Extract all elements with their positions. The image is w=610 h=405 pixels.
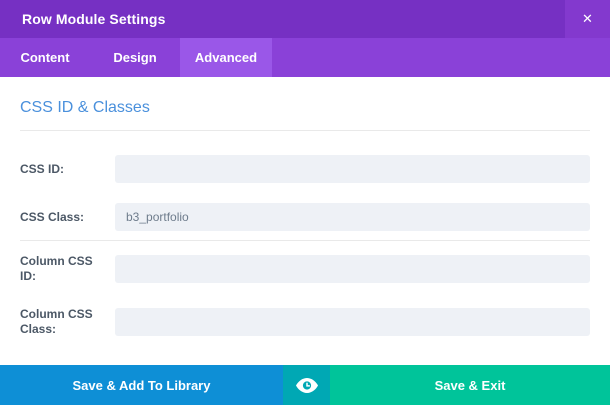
column-css-class-input[interactable] (115, 308, 590, 336)
close-button[interactable]: ✕ (565, 0, 610, 38)
preview-button[interactable] (283, 365, 330, 405)
css-class-input[interactable] (115, 203, 590, 231)
field-row-css-class: CSS Class: (20, 203, 590, 231)
settings-body: CSS ID & Classes CSS ID: CSS Class: Colu… (0, 99, 610, 337)
tab-design[interactable]: Design (90, 38, 180, 77)
field-row-css-id: CSS ID: (20, 155, 590, 183)
column-css-class-label: Column CSS Class: (20, 307, 115, 337)
css-id-label: CSS ID: (20, 162, 115, 177)
section-divider (20, 130, 590, 131)
settings-tabbar: Content Design Advanced (0, 38, 610, 77)
section-heading: CSS ID & Classes (20, 99, 590, 117)
row-module-settings-modal: Row Module Settings ✕ Content Design Adv… (0, 0, 610, 405)
tab-content[interactable]: Content (0, 38, 90, 77)
save-and-exit-button[interactable]: Save & Exit (330, 365, 610, 405)
column-css-id-label: Column CSS ID: (20, 254, 115, 284)
field-row-column-css-class: Column CSS Class: (20, 307, 590, 337)
eye-icon (295, 377, 319, 394)
css-id-input[interactable] (115, 155, 590, 183)
field-row-column-css-id: Column CSS ID: (20, 254, 590, 284)
modal-footer: Save & Add To Library Save & Exit (0, 365, 610, 405)
group-divider (20, 240, 590, 241)
tab-advanced[interactable]: Advanced (180, 38, 272, 77)
close-icon: ✕ (582, 11, 593, 27)
modal-title: Row Module Settings (0, 11, 165, 27)
column-css-id-input[interactable] (115, 255, 590, 283)
css-class-label: CSS Class: (20, 210, 115, 225)
save-add-to-library-button[interactable]: Save & Add To Library (0, 365, 283, 405)
modal-header: Row Module Settings ✕ (0, 0, 610, 38)
